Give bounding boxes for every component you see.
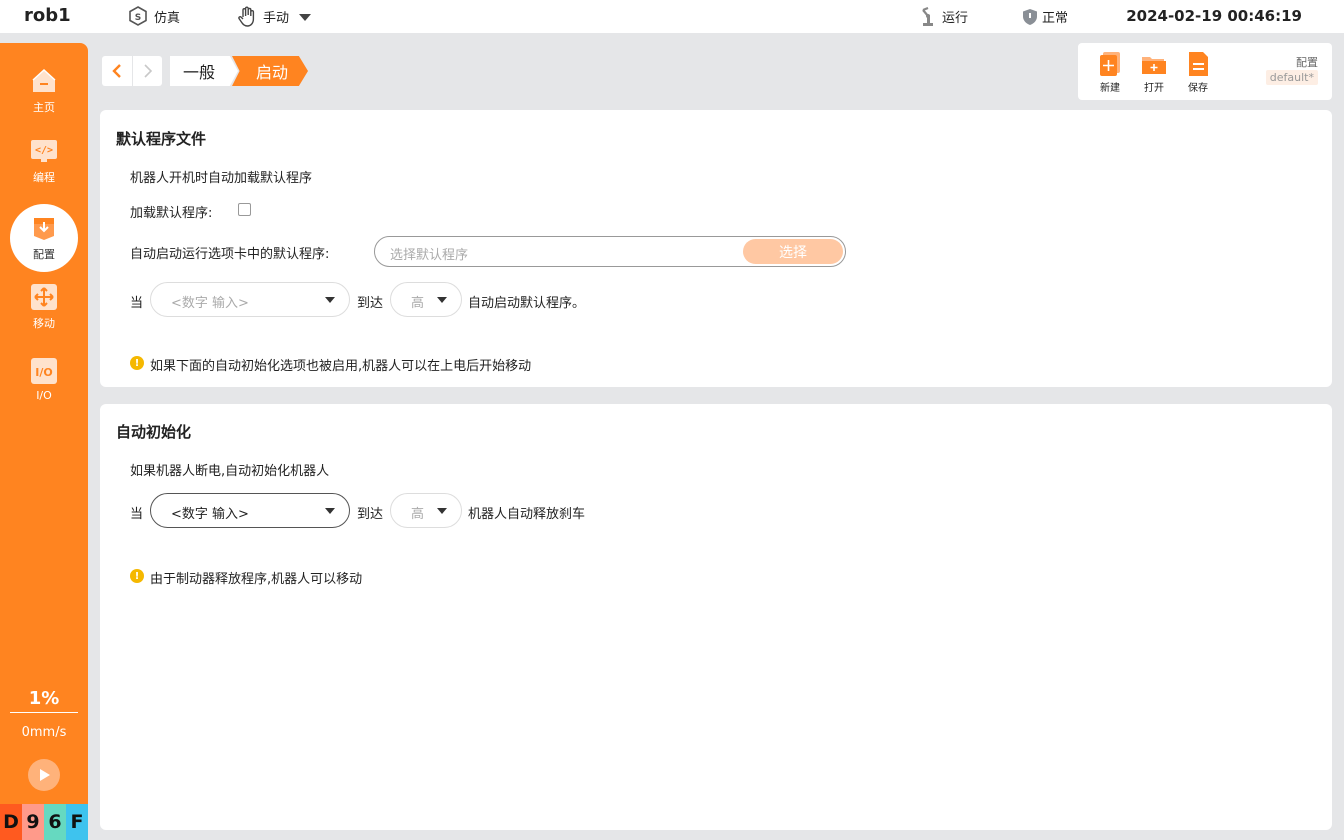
sidebar-label-program: 编程 xyxy=(33,171,55,184)
forward-button[interactable] xyxy=(132,56,162,86)
select-program-button[interactable]: 选择 xyxy=(743,239,843,264)
sidebar-item-io[interactable]: I/O I/O xyxy=(10,345,78,413)
sidebar-item-program[interactable]: </> 编程 xyxy=(10,127,78,195)
sidebar-item-config[interactable]: 配置 xyxy=(10,204,78,272)
chevron-down-icon xyxy=(325,297,335,303)
reach-label: 到达 xyxy=(357,296,384,311)
svg-text:</>: </> xyxy=(35,145,53,156)
new-file-icon xyxy=(1100,52,1120,76)
start-level-value: 高 xyxy=(411,296,425,311)
init-input-select[interactable]: <数字 输入> xyxy=(150,493,350,528)
shield-icon xyxy=(1023,8,1037,25)
open-label: 打开 xyxy=(1144,83,1164,94)
svg-text:I/O: I/O xyxy=(35,366,52,379)
datetime: 2024-02-19 00:46:19 xyxy=(1126,7,1302,25)
save-label: 保存 xyxy=(1188,83,1208,94)
breadcrumb-nav xyxy=(102,56,162,86)
reach-label: 到达 xyxy=(357,507,384,522)
start-level-select[interactable]: 高 xyxy=(390,282,462,317)
init-level-value: 高 xyxy=(411,507,425,522)
mode-dropdown[interactable]: 手动 xyxy=(235,0,319,33)
move-icon xyxy=(31,284,57,310)
default-program-info: 如果下面的自动初始化选项也被启用,机器人可以在上电后开始移动 xyxy=(150,359,532,374)
auto-init-suffix: 机器人自动释放刹车 xyxy=(468,507,586,522)
default-program-description: 机器人开机时自动加载默认程序 xyxy=(130,171,313,186)
breadcrumb-general[interactable]: 一般 xyxy=(170,56,238,86)
chevron-down-icon xyxy=(437,297,447,303)
folder-icon xyxy=(1142,57,1166,74)
info-icon: ! xyxy=(130,569,144,583)
default-program-title: 默认程序文件 xyxy=(116,130,207,148)
auto-init-title: 自动初始化 xyxy=(116,423,192,441)
robot-name: rob1 xyxy=(24,5,71,26)
simulation-indicator[interactable]: S 仿真 xyxy=(126,0,180,33)
chevron-right-icon xyxy=(143,64,152,78)
status-tile: 9 xyxy=(22,804,44,840)
default-program-card: 默认程序文件 机器人开机时自动加载默认程序 加载默认程序: 自动启动运行选项卡中… xyxy=(100,110,1332,387)
svg-text:S: S xyxy=(135,13,141,23)
play-icon xyxy=(40,769,50,781)
sidebar-label-config: 配置 xyxy=(33,248,55,261)
simulation-label: 仿真 xyxy=(154,11,181,26)
status-tiles: D 9 6 F xyxy=(0,804,88,840)
info-icon: ! xyxy=(130,356,144,370)
config-icon xyxy=(34,218,54,240)
code-icon: </> xyxy=(31,140,57,162)
sidebar-item-home[interactable]: 主页 xyxy=(10,57,78,125)
sidebar-label-move: 移动 xyxy=(33,317,55,330)
robot-arm-icon xyxy=(922,6,933,26)
start-input-select[interactable]: <数字 输入> xyxy=(150,282,350,317)
start-input-placeholder: <数字 输入> xyxy=(171,296,249,311)
default-program-placeholder: 选择默认程序 xyxy=(390,248,469,263)
save-button[interactable]: 保存 xyxy=(1180,51,1216,94)
autostart-suffix: 自动启动默认程序。 xyxy=(468,296,586,311)
speed-value: 0mm/s xyxy=(21,725,67,740)
load-default-label: 加载默认程序: xyxy=(130,206,213,221)
default-program-picker[interactable]: 选择默认程序 选择 xyxy=(374,236,846,267)
save-icon xyxy=(1189,52,1208,76)
run-indicator[interactable]: 运行 xyxy=(920,0,968,33)
sidebar-label-io: I/O xyxy=(36,388,52,402)
hand-icon xyxy=(238,6,255,27)
chevron-left-icon xyxy=(112,64,121,78)
auto-init-card: 自动初始化 如果机器人断电,自动初始化机器人 当 <数字 输入> 到达 高 机器… xyxy=(100,404,1332,830)
open-button[interactable]: 打开 xyxy=(1136,51,1172,94)
status-tile: 6 xyxy=(44,804,66,840)
back-button[interactable] xyxy=(102,56,132,86)
safety-status-label: 正常 xyxy=(1042,11,1069,26)
speed-divider xyxy=(10,712,78,713)
breadcrumb-startup[interactable]: 启动 xyxy=(232,56,308,86)
new-label: 新建 xyxy=(1100,83,1120,94)
chevron-down-icon xyxy=(437,508,447,514)
safety-status-indicator[interactable]: 正常 xyxy=(1022,0,1068,33)
top-bar: rob1 S 仿真 手动 运行 正常 2024-02-19 00:46:19 xyxy=(0,0,1344,33)
auto-init-info: 由于制动器释放程序,机器人可以移动 xyxy=(150,572,363,587)
chevron-down-icon xyxy=(299,13,312,21)
sidebar: 主页 </> 编程 配置 移动 I/O I/O 1% 0mm/s D 9 6 F xyxy=(0,43,88,840)
init-input-value: <数字 输入> xyxy=(171,507,249,522)
status-tile: D xyxy=(0,804,22,840)
speed-percent[interactable]: 1% xyxy=(10,688,78,709)
load-default-checkbox[interactable] xyxy=(238,203,251,216)
config-value: default* xyxy=(1265,70,1318,85)
config-label: 配置 xyxy=(1296,56,1318,69)
sidebar-label-home: 主页 xyxy=(33,101,55,114)
when-label: 当 xyxy=(130,296,144,311)
file-toolbar: 新建 打开 保存 配置 default* xyxy=(1078,43,1332,100)
simulation-icon: S xyxy=(129,5,147,26)
io-icon: I/O xyxy=(31,357,57,384)
status-tile: F xyxy=(66,804,88,840)
run-label: 运行 xyxy=(942,11,969,26)
mode-label: 手动 xyxy=(263,11,290,26)
new-button[interactable]: 新建 xyxy=(1092,51,1128,94)
when-label: 当 xyxy=(130,507,144,522)
autostart-label: 自动启动运行选项卡中的默认程序: xyxy=(130,247,330,262)
sidebar-item-move[interactable]: 移动 xyxy=(10,273,78,341)
chevron-down-icon xyxy=(325,508,335,514)
auto-init-description: 如果机器人断电,自动初始化机器人 xyxy=(130,464,330,479)
init-level-select[interactable]: 高 xyxy=(390,493,462,528)
home-icon xyxy=(32,68,56,92)
play-button[interactable] xyxy=(28,759,60,791)
